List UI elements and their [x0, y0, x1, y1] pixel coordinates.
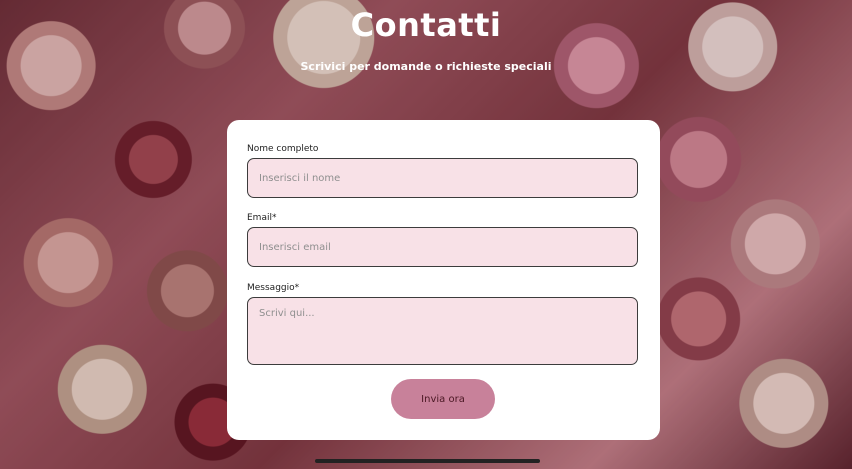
- email-label: Email*: [247, 213, 277, 223]
- name-input[interactable]: [247, 158, 638, 198]
- page-subtitle: Scrivici per domande o richieste special…: [300, 60, 552, 73]
- message-textarea[interactable]: [247, 297, 638, 365]
- name-label: Nome completo: [247, 144, 319, 154]
- contact-page: Contatti Scrivici per domande o richiest…: [0, 0, 852, 469]
- home-indicator: [315, 459, 540, 463]
- page-title: Contatti: [350, 6, 502, 44]
- submit-button[interactable]: Invia ora: [391, 379, 495, 419]
- page-header: Contatti Scrivici per domande o richiest…: [0, 0, 852, 73]
- email-field-group: Email*: [247, 213, 638, 267]
- message-field-group: Messaggio*: [247, 283, 638, 365]
- message-label: Messaggio*: [247, 283, 300, 293]
- email-input[interactable]: [247, 227, 638, 267]
- contact-form-card: Nome completo Email* Messaggio* Invia or…: [227, 120, 660, 440]
- name-field-group: Nome completo: [247, 144, 638, 198]
